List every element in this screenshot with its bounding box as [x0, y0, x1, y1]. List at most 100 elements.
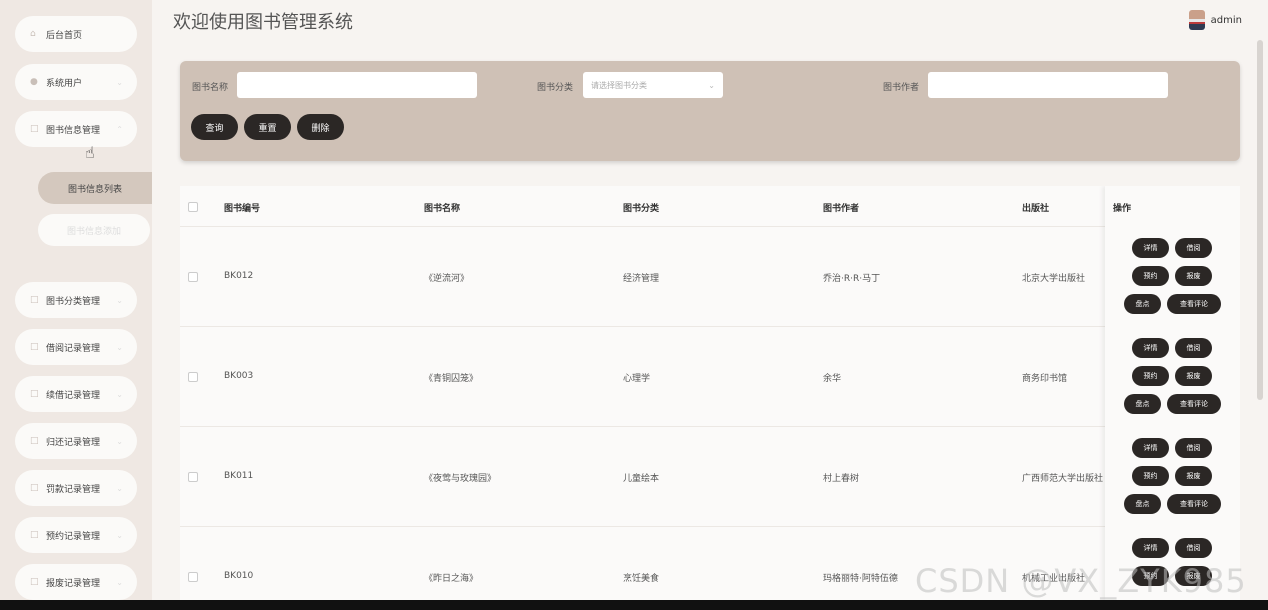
sidebar-item-label: 报废记录管理 — [46, 578, 101, 589]
cell-book-id: BK011 — [224, 471, 254, 481]
chevron-down-icon: ⌄ — [116, 342, 123, 352]
cell-publisher: 北京大学出版社 — [1022, 274, 1086, 284]
book-table: 图书编号 图书名称 图书分类 图书作者 出版社 BK012 《逆流河》 经济管理… — [180, 186, 1240, 600]
chevron-down-icon: ⌄ — [116, 436, 123, 446]
book-name-input[interactable] — [237, 72, 477, 98]
view-comments-button[interactable]: 查看评论 — [1167, 294, 1221, 314]
reserve-button[interactable]: 预约 — [1132, 266, 1169, 286]
borrow-button[interactable]: 借阅 — [1175, 538, 1212, 558]
header-author: 图书作者 — [823, 204, 860, 214]
cell-author: 村上春树 — [823, 474, 860, 484]
header-book-name: 图书名称 — [424, 204, 461, 214]
chevron-down-icon: ⌄ — [116, 77, 123, 87]
delete-button[interactable]: 删除 — [297, 114, 344, 140]
borrow-button[interactable]: 借阅 — [1175, 438, 1212, 458]
doc-icon: □ — [30, 483, 39, 493]
inventory-button[interactable]: 盘点 — [1124, 294, 1161, 314]
sidebar-item-fine[interactable]: □ 罚款记录管理 ⌄ — [15, 470, 137, 506]
category-label: 图书分类 — [537, 83, 574, 93]
reset-button[interactable]: 重置 — [244, 114, 291, 140]
scrap-button[interactable]: 报废 — [1175, 466, 1212, 486]
chevron-down-icon: ⌄ — [708, 80, 715, 90]
cell-category: 儿童绘本 — [623, 474, 660, 484]
category-placeholder: 请选择图书分类 — [591, 80, 647, 90]
sidebar-item-borrow[interactable]: □ 借阅记录管理 ⌄ — [15, 329, 137, 365]
sidebar-subitem-book-add[interactable]: 图书信息添加 — [38, 214, 150, 246]
reserve-button[interactable]: 预约 — [1132, 466, 1169, 486]
cell-book-name: 《逆流河》 — [424, 274, 470, 284]
sidebar-item-label: 罚款记录管理 — [46, 484, 101, 495]
row-checkbox[interactable] — [188, 572, 198, 582]
detail-button[interactable]: 详情 — [1132, 538, 1169, 558]
table-row: BK012 《逆流河》 经济管理 乔治·R·R·马丁 北京大学出版社 — [180, 226, 1240, 327]
operations-column: 操作 详情 借阅 预约 报废 盘点 查看评论 详情 借阅 预约 报废 盘点 查看… — [1105, 186, 1240, 600]
table-row: BK011 《夜莺与玫瑰园》 儿童绘本 村上春树 广西师范大学出版社 — [180, 426, 1240, 527]
doc-icon: □ — [30, 342, 39, 352]
detail-button[interactable]: 详情 — [1132, 338, 1169, 358]
cell-category: 心理学 — [623, 374, 651, 384]
header-operations: 操作 — [1113, 204, 1132, 214]
chevron-down-icon: ⌄ — [116, 295, 123, 305]
cell-book-name: 《青铜囚笼》 — [424, 374, 479, 384]
sidebar-item-label: 归还记录管理 — [46, 437, 101, 448]
sidebar-item-scrap[interactable]: □ 报废记录管理 ⌄ — [15, 564, 137, 600]
user-icon: ● — [30, 77, 38, 87]
sidebar-item-label: 图书信息管理 — [46, 125, 101, 136]
row-checkbox[interactable] — [188, 372, 198, 382]
row-checkbox[interactable] — [188, 472, 198, 482]
inventory-button[interactable]: 盘点 — [1124, 394, 1161, 414]
view-comments-button[interactable]: 查看评论 — [1167, 394, 1221, 414]
author-label: 图书作者 — [883, 83, 920, 93]
sidebar-item-category[interactable]: □ 图书分类管理 ⌄ — [15, 282, 137, 318]
detail-button[interactable]: 详情 — [1132, 238, 1169, 258]
doc-icon: □ — [30, 389, 39, 399]
chevron-down-icon: ⌄ — [116, 483, 123, 493]
table-row: BK003 《青铜囚笼》 心理学 余华 商务印书馆 — [180, 326, 1240, 427]
sidebar-item-label: 图书分类管理 — [46, 296, 101, 307]
inventory-button[interactable]: 盘点 — [1124, 494, 1161, 514]
view-comments-button[interactable]: 查看评论 — [1167, 494, 1221, 514]
username: admin — [1210, 14, 1242, 26]
chevron-down-icon: ⌄ — [116, 389, 123, 399]
sidebar-item-system-users[interactable]: ● 系统用户 ⌄ — [15, 64, 137, 100]
cell-author: 玛格丽特·阿特伍德 — [823, 574, 898, 584]
query-button[interactable]: 查询 — [191, 114, 238, 140]
sidebar-subitem-book-list[interactable]: 图书信息列表 — [38, 172, 152, 204]
sidebar-item-label: 系统用户 — [46, 78, 83, 89]
search-panel: 图书名称 图书分类 请选择图书分类 ⌄ 图书作者 查询 重置 删除 — [180, 61, 1240, 161]
select-all-checkbox[interactable] — [188, 202, 198, 212]
reserve-button[interactable]: 预约 — [1132, 366, 1169, 386]
category-select[interactable]: 请选择图书分类 ⌄ — [583, 72, 723, 98]
sidebar-item-home[interactable]: ⌂ 后台首页 — [15, 16, 137, 52]
cell-category: 经济管理 — [623, 274, 660, 284]
page-scrollbar[interactable] — [1257, 40, 1263, 400]
page-title: 欢迎使用图书管理系统 — [173, 12, 353, 33]
watermark: CSDN @VX_ZYK985 — [915, 562, 1247, 600]
book-name-label: 图书名称 — [192, 83, 229, 93]
borrow-button[interactable]: 借阅 — [1175, 238, 1212, 258]
author-input[interactable] — [928, 72, 1168, 98]
sidebar-subitem-label: 图书信息列表 — [67, 184, 122, 195]
doc-icon: □ — [30, 124, 39, 134]
sidebar-item-reservation[interactable]: □ 预约记录管理 ⌄ — [15, 517, 137, 553]
user-menu[interactable]: admin — [1188, 10, 1242, 30]
scrap-button[interactable]: 报废 — [1175, 266, 1212, 286]
cell-author: 乔治·R·R·马丁 — [823, 274, 881, 284]
sidebar: ⌂ 后台首页 ● 系统用户 ⌄ □ 图书信息管理 ⌃ ☝ 图书信息列表 图书信息… — [0, 0, 152, 600]
sidebar-item-renew[interactable]: □ 续借记录管理 ⌄ — [15, 376, 137, 412]
cell-author: 余华 — [823, 374, 842, 384]
detail-button[interactable]: 详情 — [1132, 438, 1169, 458]
sidebar-item-label: 续借记录管理 — [46, 390, 101, 401]
doc-icon: □ — [30, 295, 39, 305]
sidebar-item-book-info[interactable]: □ 图书信息管理 ⌃ — [15, 111, 137, 147]
cell-book-id: BK010 — [224, 571, 254, 581]
cell-publisher: 广西师范大学出版社 — [1022, 474, 1104, 484]
row-checkbox[interactable] — [188, 272, 198, 282]
cell-category: 烹饪美食 — [623, 574, 660, 584]
sidebar-item-return[interactable]: □ 归还记录管理 ⌄ — [15, 423, 137, 459]
hand-cursor-icon: ☝ — [85, 143, 95, 162]
borrow-button[interactable]: 借阅 — [1175, 338, 1212, 358]
header-category: 图书分类 — [623, 204, 660, 214]
chevron-up-icon: ⌃ — [116, 124, 123, 134]
scrap-button[interactable]: 报废 — [1175, 366, 1212, 386]
